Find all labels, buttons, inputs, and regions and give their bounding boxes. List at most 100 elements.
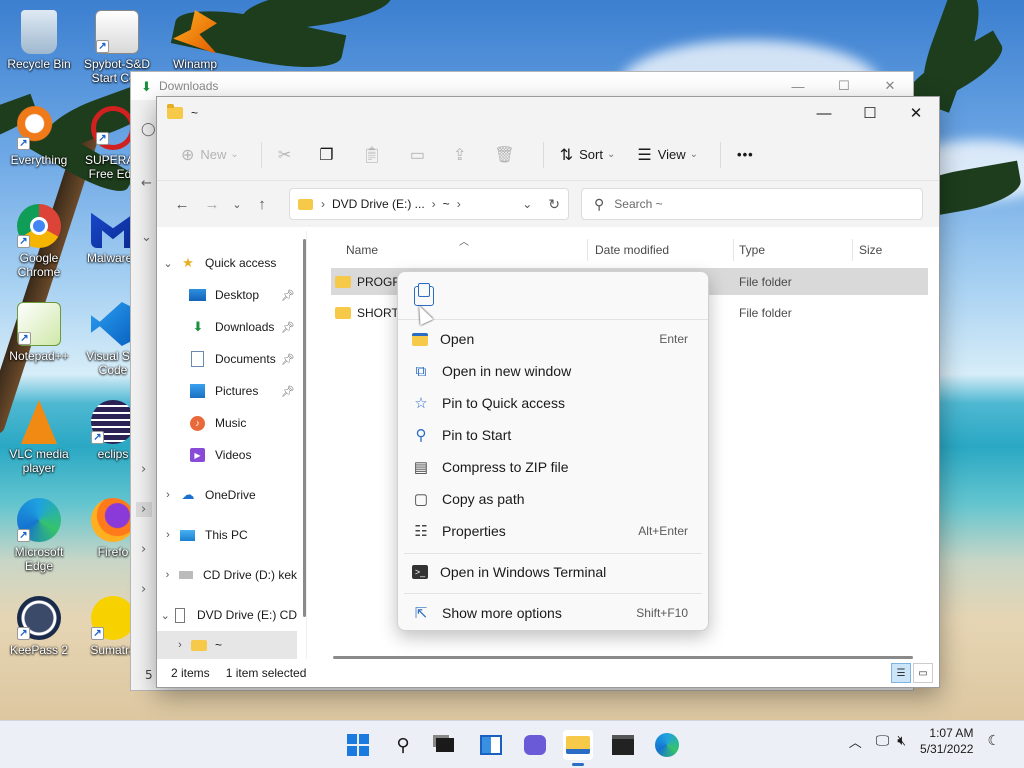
address-bar[interactable]: › DVD Drive (E:) ... › ~ › ⌄ ↻ (289, 188, 569, 220)
nav-item-videos[interactable]: ▶ Videos (157, 441, 297, 469)
new-button[interactable]: ⊕ New ⌄ (173, 138, 247, 172)
breadcrumb-dvd-drive[interactable]: DVD Drive (E:) ... (332, 197, 425, 211)
explorer-titlebar[interactable]: ~ — ☐ ✕ (157, 97, 939, 129)
breadcrumb-current[interactable]: ~ (443, 197, 450, 211)
chevron-down-icon[interactable]: ⌄ (141, 230, 152, 245)
view-button[interactable]: ☰ View ⌄ (629, 138, 706, 172)
store-button[interactable] (608, 730, 638, 760)
widgets-button[interactable] (476, 730, 506, 760)
nav-dvd-drive[interactable]: ⌄ DVD Drive (E:) CD (157, 601, 297, 629)
menu-item-properties[interactable]: ☷ Properties Alt+Enter (404, 515, 702, 547)
minimize-button[interactable]: — (801, 97, 847, 129)
column-header-date[interactable]: Date modified (595, 239, 669, 261)
computer-icon (180, 529, 195, 541)
column-divider[interactable] (733, 239, 734, 261)
volume-muted-icon[interactable]: 🔇︎ (897, 733, 906, 749)
focus-assist-moon-icon[interactable]: ☾ (987, 733, 1000, 749)
column-header-type[interactable]: Type (739, 239, 765, 261)
menu-item-copy-as-path[interactable]: ▢ Copy as path (404, 483, 702, 515)
menu-item-show-more-options[interactable]: ⇱ Show more options Shift+F10 (404, 597, 702, 629)
column-divider[interactable] (852, 239, 853, 261)
breadcrumb-separator: › (321, 197, 325, 211)
desktop-icon-edge[interactable]: ↗ Microsoft Edge (0, 498, 78, 573)
nav-onedrive[interactable]: › ☁ OneDrive (157, 481, 297, 509)
chevron-right-icon[interactable]: › (136, 502, 152, 517)
nav-item-desktop[interactable]: Desktop 📌︎ (157, 281, 297, 309)
nav-cd-drive[interactable]: › CD Drive (D:) kek (157, 561, 297, 589)
nav-item-documents[interactable]: Documents 📌︎ (157, 345, 297, 373)
column-header-name[interactable]: Name (346, 239, 378, 261)
maximize-button[interactable]: ☐ (847, 97, 893, 129)
search-input[interactable]: ⚲ Search ~ (581, 188, 923, 220)
chevron-right-icon[interactable]: › (141, 462, 146, 477)
chat-button[interactable] (520, 730, 550, 760)
desktop-icon-notepadpp[interactable]: ↗ Notepad++ (0, 302, 78, 363)
see-more-button[interactable]: ••• (729, 138, 762, 172)
desktop-icon-chrome[interactable]: ↗ Google Chrome (0, 204, 78, 279)
properties-icon: ☷ (414, 523, 428, 540)
nav-current-folder[interactable]: › ~ (157, 631, 297, 659)
search-icon: ⚲ (396, 734, 410, 756)
task-view-button[interactable] (430, 730, 460, 760)
tiles-view-button[interactable]: ▭ (913, 663, 933, 683)
nav-quick-access[interactable]: ⌄ ★ Quick access (157, 249, 297, 277)
start-button[interactable] (343, 730, 373, 760)
menu-item-open[interactable]: Open Enter (404, 323, 702, 355)
chevron-right-icon[interactable]: › (141, 542, 146, 557)
nav-item-downloads[interactable]: ⬇ Downloads 📌︎ (157, 313, 297, 341)
sort-button[interactable]: ⇅ Sort ⌄ (552, 138, 624, 172)
cut-button[interactable]: ✂ (270, 138, 305, 172)
menu-divider (404, 553, 702, 554)
search-button[interactable]: ⚲ (388, 730, 418, 760)
chevron-right-icon[interactable]: › (141, 582, 146, 597)
share-button[interactable]: ⇪ (445, 138, 480, 172)
menu-item-compress-zip[interactable]: ▤ Compress to ZIP file (404, 451, 702, 483)
up-button[interactable]: ↑ (247, 189, 277, 219)
desktop-icon-label: Notepad++ (9, 349, 69, 363)
column-divider[interactable] (587, 239, 588, 261)
desktop-icon-recycle-bin[interactable]: Recycle Bin (0, 10, 78, 71)
chevron-right-icon: › (166, 489, 170, 501)
back-button[interactable]: ← (167, 189, 197, 219)
folder-icon (191, 639, 207, 651)
menu-item-open-new-window[interactable]: ⧉ Open in new window (404, 355, 702, 387)
clock[interactable]: 1:07 AM 5/31/2022 (920, 725, 973, 757)
cd-drive-icon (178, 571, 193, 579)
menu-item-windows-terminal[interactable]: >_ Open in Windows Terminal (404, 556, 702, 588)
folder-icon (335, 306, 351, 319)
menu-item-pin-start[interactable]: ⚲ Pin to Start (404, 419, 702, 451)
chevron-right-icon: › (165, 569, 170, 581)
forward-button[interactable]: → (197, 189, 227, 219)
paste-button[interactable]: 📋︎ (354, 138, 396, 172)
desktop-icon-everything[interactable]: ↗ Everything (0, 106, 78, 167)
back-arrow-icon[interactable]: ← (141, 176, 152, 191)
recent-locations-button[interactable]: ⌄ (227, 189, 247, 219)
menu-item-pin-quick-access[interactable]: ☆ Pin to Quick access (404, 387, 702, 419)
chevron-up-icon[interactable]: ︿ (849, 732, 862, 751)
network-icon[interactable]: 🖵︎ (876, 733, 890, 749)
refresh-icon[interactable]: ↻ (548, 196, 560, 213)
desktop-icon-vlc[interactable]: VLC media player (0, 400, 78, 475)
close-button[interactable]: ✕ (893, 97, 939, 129)
edge-button[interactable] (652, 730, 682, 760)
desktop-icon-winamp[interactable]: Winamp (156, 10, 234, 71)
nav-scrollbar[interactable] (303, 239, 306, 617)
delete-button[interactable]: 🗑︎ (486, 138, 528, 172)
plus-circle-icon: ⊕ (181, 146, 195, 164)
recycle-bin-icon (21, 10, 57, 54)
chevron-down-icon[interactable]: ⌄ (522, 197, 532, 211)
nav-item-pictures[interactable]: Pictures 📌︎ (157, 377, 297, 405)
nav-this-pc[interactable]: › This PC (157, 521, 297, 549)
nav-item-music[interactable]: ♪ Music (157, 409, 297, 437)
desktop-icon-keepass[interactable]: ↗ KeePass 2 (0, 596, 78, 657)
videos-icon: ▶ (190, 448, 205, 462)
column-header-size[interactable]: Size (859, 239, 882, 261)
file-explorer-button[interactable] (563, 730, 593, 766)
rename-button[interactable]: ▭ (402, 138, 439, 172)
pin-icon: ⚲ (415, 427, 427, 444)
superantispyware-icon: ↗ (91, 106, 135, 150)
windows-logo-icon (347, 734, 369, 756)
details-view-button[interactable]: ☰ (891, 663, 911, 683)
nav-label: Downloads (215, 320, 275, 334)
copy-button[interactable]: ❐ (311, 138, 347, 172)
